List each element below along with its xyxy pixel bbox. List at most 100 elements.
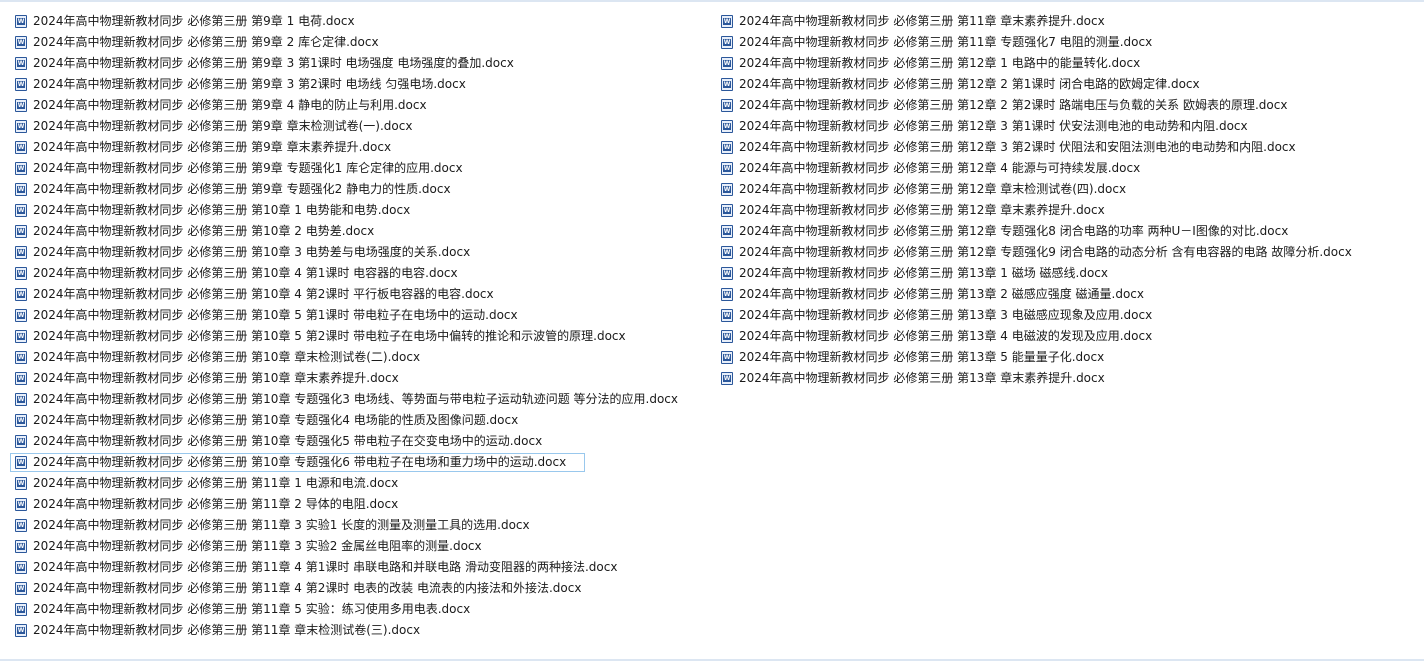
file-item[interactable]: 2024年高中物理新教材同步 必修第三册 第10章 专题强化3 电场线、等势面与… xyxy=(12,389,678,410)
file-item[interactable]: 2024年高中物理新教材同步 必修第三册 第12章 专题强化8 闭合电路的功率 … xyxy=(718,221,1352,242)
word-document-icon xyxy=(15,603,27,616)
file-item[interactable]: 2024年高中物理新教材同步 必修第三册 第9章 专题强化1 库仑定律的应用.d… xyxy=(12,158,678,179)
file-item[interactable]: 2024年高中物理新教材同步 必修第三册 第9章 3 第1课时 电场强度 电场强… xyxy=(12,53,678,74)
word-document-icon xyxy=(15,288,27,301)
word-document-icon xyxy=(15,498,27,511)
word-document-icon xyxy=(721,330,733,343)
file-item[interactable]: 2024年高中物理新教材同步 必修第三册 第12章 章末检测试卷(四).docx xyxy=(718,179,1352,200)
file-name: 2024年高中物理新教材同步 必修第三册 第11章 2 导体的电阻.docx xyxy=(33,497,399,511)
file-item[interactable]: 2024年高中物理新教材同步 必修第三册 第13章 4 电磁波的发现及应用.do… xyxy=(718,326,1352,347)
file-item[interactable]: 2024年高中物理新教材同步 必修第三册 第10章 4 第2课时 平行板电容器的… xyxy=(12,284,678,305)
file-name: 2024年高中物理新教材同步 必修第三册 第9章 专题强化1 库仑定律的应用.d… xyxy=(33,161,463,175)
file-name: 2024年高中物理新教材同步 必修第三册 第11章 3 实验2 金属丝电阻率的测… xyxy=(33,539,482,553)
file-item[interactable]: 2024年高中物理新教材同步 必修第三册 第9章 1 电荷.docx xyxy=(12,11,678,32)
word-document-icon xyxy=(721,15,733,28)
file-item[interactable]: 2024年高中物理新教材同步 必修第三册 第12章 2 第1课时 闭合电路的欧姆… xyxy=(718,74,1352,95)
file-name: 2024年高中物理新教材同步 必修第三册 第10章 4 第1课时 电容器的电容.… xyxy=(33,266,458,280)
file-name: 2024年高中物理新教材同步 必修第三册 第9章 3 第2课时 电场线 匀强电场… xyxy=(33,77,466,91)
file-item[interactable]: 2024年高中物理新教材同步 必修第三册 第10章 专题强化5 带电粒子在交变电… xyxy=(12,431,678,452)
file-name: 2024年高中物理新教材同步 必修第三册 第12章 专题强化9 闭合电路的动态分… xyxy=(739,245,1352,259)
file-item[interactable]: 2024年高中物理新教材同步 必修第三册 第10章 4 第1课时 电容器的电容.… xyxy=(12,263,678,284)
word-document-icon xyxy=(15,477,27,490)
file-item[interactable]: 2024年高中物理新教材同步 必修第三册 第10章 专题强化4 电场能的性质及图… xyxy=(12,410,678,431)
word-document-icon xyxy=(15,78,27,91)
file-name: 2024年高中物理新教材同步 必修第三册 第10章 3 电势差与电场强度的关系.… xyxy=(33,245,471,259)
word-document-icon xyxy=(15,330,27,343)
file-item[interactable]: 2024年高中物理新教材同步 必修第三册 第13章 1 磁场 磁感线.docx xyxy=(718,263,1352,284)
file-item[interactable]: 2024年高中物理新教材同步 必修第三册 第11章 3 实验2 金属丝电阻率的测… xyxy=(12,536,678,557)
word-document-icon xyxy=(721,36,733,49)
word-document-icon xyxy=(15,99,27,112)
file-name: 2024年高中物理新教材同步 必修第三册 第11章 4 第1课时 串联电路和并联… xyxy=(33,560,618,574)
word-document-icon xyxy=(15,57,27,70)
word-document-icon xyxy=(15,372,27,385)
word-document-icon xyxy=(15,624,27,637)
file-item[interactable]: 2024年高中物理新教材同步 必修第三册 第12章 章末素养提升.docx xyxy=(718,200,1352,221)
file-item[interactable]: 2024年高中物理新教材同步 必修第三册 第10章 2 电势差.docx xyxy=(12,221,678,242)
file-item[interactable]: 2024年高中物理新教材同步 必修第三册 第9章 章末素养提升.docx xyxy=(12,137,678,158)
word-document-icon xyxy=(721,57,733,70)
file-item[interactable]: 2024年高中物理新教材同步 必修第三册 第12章 1 电路中的能量转化.doc… xyxy=(718,53,1352,74)
file-item[interactable]: 2024年高中物理新教材同步 必修第三册 第9章 4 静电的防止与利用.docx xyxy=(12,95,678,116)
file-name: 2024年高中物理新教材同步 必修第三册 第11章 1 电源和电流.docx xyxy=(33,476,399,490)
file-name: 2024年高中物理新教材同步 必修第三册 第9章 4 静电的防止与利用.docx xyxy=(33,98,427,112)
file-name: 2024年高中物理新教材同步 必修第三册 第12章 章末检测试卷(四).docx xyxy=(739,182,1127,196)
file-item[interactable]: 2024年高中物理新教材同步 必修第三册 第9章 3 第2课时 电场线 匀强电场… xyxy=(12,74,678,95)
file-item[interactable]: 2024年高中物理新教材同步 必修第三册 第11章 1 电源和电流.docx xyxy=(12,473,678,494)
file-item[interactable]: 2024年高中物理新教材同步 必修第三册 第13章 5 能量量子化.docx xyxy=(718,347,1352,368)
file-item[interactable]: 2024年高中物理新教材同步 必修第三册 第10章 章末检测试卷(二).docx xyxy=(12,347,678,368)
file-item[interactable]: 2024年高中物理新教材同步 必修第三册 第11章 2 导体的电阻.docx xyxy=(12,494,678,515)
file-item[interactable]: 2024年高中物理新教材同步 必修第三册 第13章 2 磁感应强度 磁通量.do… xyxy=(718,284,1352,305)
file-item[interactable]: 2024年高中物理新教材同步 必修第三册 第11章 专题强化7 电阻的测量.do… xyxy=(718,32,1352,53)
file-item[interactable]: 2024年高中物理新教材同步 必修第三册 第10章 专题强化6 带电粒子在电场和… xyxy=(10,452,678,473)
file-name: 2024年高中物理新教材同步 必修第三册 第9章 章末素养提升.docx xyxy=(33,140,392,154)
file-item[interactable]: 2024年高中物理新教材同步 必修第三册 第13章 章末素养提升.docx xyxy=(718,368,1352,389)
file-item[interactable]: 2024年高中物理新教材同步 必修第三册 第12章 专题强化9 闭合电路的动态分… xyxy=(718,242,1352,263)
word-document-icon xyxy=(15,162,27,175)
file-item[interactable]: 2024年高中物理新教材同步 必修第三册 第10章 3 电势差与电场强度的关系.… xyxy=(12,242,678,263)
word-document-icon xyxy=(15,561,27,574)
file-item[interactable]: 2024年高中物理新教材同步 必修第三册 第10章 5 第2课时 带电粒子在电场… xyxy=(12,326,678,347)
file-name: 2024年高中物理新教材同步 必修第三册 第13章 章末素养提升.docx xyxy=(739,371,1105,385)
file-item[interactable]: 2024年高中物理新教材同步 必修第三册 第11章 章末素养提升.docx xyxy=(718,11,1352,32)
file-name: 2024年高中物理新教材同步 必修第三册 第10章 专题强化5 带电粒子在交变电… xyxy=(33,434,543,448)
file-item[interactable]: 2024年高中物理新教材同步 必修第三册 第12章 3 第2课时 伏阻法和安阻法… xyxy=(718,137,1352,158)
file-item[interactable]: 2024年高中物理新教材同步 必修第三册 第9章 2 库仑定律.docx xyxy=(12,32,678,53)
file-name: 2024年高中物理新教材同步 必修第三册 第10章 5 第2课时 带电粒子在电场… xyxy=(33,329,626,343)
word-document-icon xyxy=(15,36,27,49)
word-document-icon xyxy=(15,225,27,238)
word-document-icon xyxy=(721,78,733,91)
file-item[interactable]: 2024年高中物理新教材同步 必修第三册 第11章 章末检测试卷(三).docx xyxy=(12,620,678,641)
file-name: 2024年高中物理新教材同步 必修第三册 第10章 专题强化3 电场线、等势面与… xyxy=(33,392,678,406)
word-document-icon xyxy=(15,183,27,196)
file-item[interactable]: 2024年高中物理新教材同步 必修第三册 第10章 章末素养提升.docx xyxy=(12,368,678,389)
file-item[interactable]: 2024年高中物理新教材同步 必修第三册 第12章 2 第2课时 路端电压与负载… xyxy=(718,95,1352,116)
file-item[interactable]: 2024年高中物理新教材同步 必修第三册 第9章 专题强化2 静电力的性质.do… xyxy=(12,179,678,200)
file-item[interactable]: 2024年高中物理新教材同步 必修第三册 第10章 5 第1课时 带电粒子在电场… xyxy=(12,305,678,326)
file-item[interactable]: 2024年高中物理新教材同步 必修第三册 第10章 1 电势能和电势.docx xyxy=(12,200,678,221)
file-item[interactable]: 2024年高中物理新教材同步 必修第三册 第9章 章末检测试卷(一).docx xyxy=(12,116,678,137)
word-document-icon xyxy=(15,393,27,406)
word-document-icon xyxy=(15,309,27,322)
file-item[interactable]: 2024年高中物理新教材同步 必修第三册 第12章 4 能源与可持续发展.doc… xyxy=(718,158,1352,179)
file-item[interactable]: 2024年高中物理新教材同步 必修第三册 第11章 4 第1课时 串联电路和并联… xyxy=(12,557,678,578)
word-document-icon xyxy=(15,141,27,154)
file-name: 2024年高中物理新教材同步 必修第三册 第12章 2 第1课时 闭合电路的欧姆… xyxy=(739,77,1200,91)
file-name: 2024年高中物理新教材同步 必修第三册 第10章 章末素养提升.docx xyxy=(33,371,399,385)
file-name: 2024年高中物理新教材同步 必修第三册 第9章 1 电荷.docx xyxy=(33,14,355,28)
file-item[interactable]: 2024年高中物理新教材同步 必修第三册 第11章 4 第2课时 电表的改装 电… xyxy=(12,578,678,599)
word-document-icon xyxy=(15,351,27,364)
file-name: 2024年高中物理新教材同步 必修第三册 第12章 1 电路中的能量转化.doc… xyxy=(739,56,1141,70)
word-document-icon xyxy=(721,288,733,301)
file-name: 2024年高中物理新教材同步 必修第三册 第12章 4 能源与可持续发展.doc… xyxy=(739,161,1141,175)
word-document-icon xyxy=(721,162,733,175)
file-name: 2024年高中物理新教材同步 必修第三册 第13章 2 磁感应强度 磁通量.do… xyxy=(739,287,1144,301)
file-item[interactable]: 2024年高中物理新教材同步 必修第三册 第11章 3 实验1 长度的测量及测量… xyxy=(12,515,678,536)
word-document-icon xyxy=(15,435,27,448)
file-name: 2024年高中物理新教材同步 必修第三册 第9章 2 库仑定律.docx xyxy=(33,35,379,49)
file-item[interactable]: 2024年高中物理新教材同步 必修第三册 第11章 5 实验：练习使用多用电表.… xyxy=(12,599,678,620)
file-name: 2024年高中物理新教材同步 必修第三册 第9章 专题强化2 静电力的性质.do… xyxy=(33,182,451,196)
file-item[interactable]: 2024年高中物理新教材同步 必修第三册 第12章 3 第1课时 伏安法测电池的… xyxy=(718,116,1352,137)
word-document-icon xyxy=(15,246,27,259)
file-item[interactable]: 2024年高中物理新教材同步 必修第三册 第13章 3 电磁感应现象及应用.do… xyxy=(718,305,1352,326)
